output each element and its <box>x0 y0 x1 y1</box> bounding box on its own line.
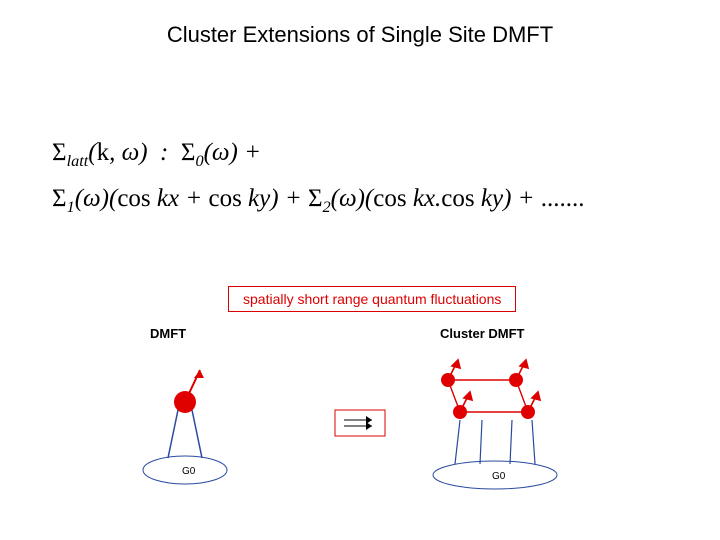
right-bond-1 <box>455 420 460 464</box>
right-bond-3 <box>510 420 512 464</box>
right-bond-4 <box>532 420 535 464</box>
left-bond-1 <box>168 410 178 458</box>
equation-line-2: Σ1(ω)(cos kx + cos ky) + Σ2(ω)(cos kx.co… <box>52 176 585 222</box>
arrow-head-2 <box>366 422 372 430</box>
right-bond-2 <box>480 420 482 464</box>
self-energy-equation: Σlatt(k, ω) : Σ0(ω) + Σ1(ω)(cos kx + cos… <box>52 130 585 223</box>
right-bath-label: G0 <box>492 471 506 482</box>
dmft-schematic-svg: G0 G0 <box>110 280 610 510</box>
left-bond-2 <box>192 410 202 458</box>
dmft-vs-cluster-figure: spatially short range quantum fluctuatio… <box>110 280 610 510</box>
equation-line-1: Σlatt(k, ω) : Σ0(ω) + <box>52 130 585 176</box>
left-bath-label: G0 <box>182 466 196 477</box>
page-title: Cluster Extensions of Single Site DMFT <box>0 22 720 48</box>
right-spin-arrows <box>448 360 540 412</box>
arrow-box <box>335 410 385 436</box>
